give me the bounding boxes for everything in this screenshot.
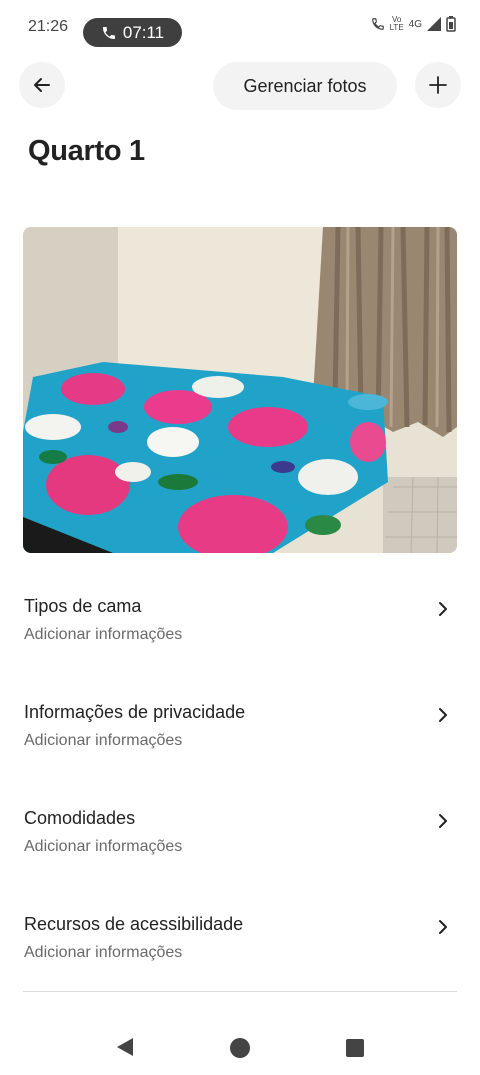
chevron-right-icon (439, 920, 447, 934)
list-item-title: Informações de privacidade (24, 702, 246, 722)
list-item-title: Comodidades (24, 808, 136, 828)
network-type: 4G (408, 18, 422, 30)
status-time: 21:26 (28, 18, 69, 35)
nav-back-icon[interactable] (115, 1037, 135, 1057)
chevron-right-icon (439, 708, 447, 722)
status-icons: Vo LTE 4G (371, 16, 456, 32)
chevron-right-icon (439, 814, 447, 828)
room-photo-image (23, 227, 457, 553)
phone-icon (102, 26, 115, 39)
status-bar: 21:26 07:11 Vo LTE 4G (0, 0, 480, 52)
room-photo[interactable] (23, 227, 457, 553)
nav-home-icon[interactable] (230, 1038, 250, 1058)
list-item-subtitle: Adicionar informações (24, 732, 183, 749)
list-item-subtitle: Adicionar informações (24, 626, 183, 643)
top-bar: Gerenciar fotos (0, 62, 480, 110)
chevron-right-icon (439, 602, 447, 616)
plus-icon (429, 76, 447, 94)
ongoing-call-pill[interactable]: 07:11 (83, 18, 182, 47)
list-item-subtitle: Adicionar informações (24, 944, 183, 961)
list-item-title: Tipos de cama (24, 596, 142, 616)
signal-icon (427, 17, 441, 31)
add-button[interactable] (415, 62, 461, 108)
battery-icon (446, 16, 456, 32)
list-item-accessibility[interactable]: Recursos de acessibilidade Adicionar inf… (0, 893, 480, 999)
arrow-left-icon (34, 78, 50, 92)
manage-photos-button[interactable]: Gerenciar fotos (213, 62, 397, 110)
back-button[interactable] (19, 62, 65, 108)
call-timer: 07:11 (122, 22, 165, 42)
room-info-list: Tipos de cama Adicionar informações Info… (0, 575, 480, 999)
bottom-divider (23, 991, 457, 992)
wifi-call-icon (371, 18, 384, 30)
page-title: Quarto 1 (28, 135, 145, 167)
volte-indicator: Vo LTE (389, 15, 404, 32)
list-item-privacy[interactable]: Informações de privacidade Adicionar inf… (0, 681, 480, 787)
system-navigation-bar (0, 1020, 480, 1075)
list-item-bed-types[interactable]: Tipos de cama Adicionar informações (0, 575, 480, 681)
list-item-subtitle: Adicionar informações (24, 838, 183, 855)
nav-recents-icon[interactable] (346, 1039, 364, 1057)
list-item-title: Recursos de acessibilidade (24, 914, 244, 934)
list-item-amenities[interactable]: Comodidades Adicionar informações (0, 787, 480, 893)
